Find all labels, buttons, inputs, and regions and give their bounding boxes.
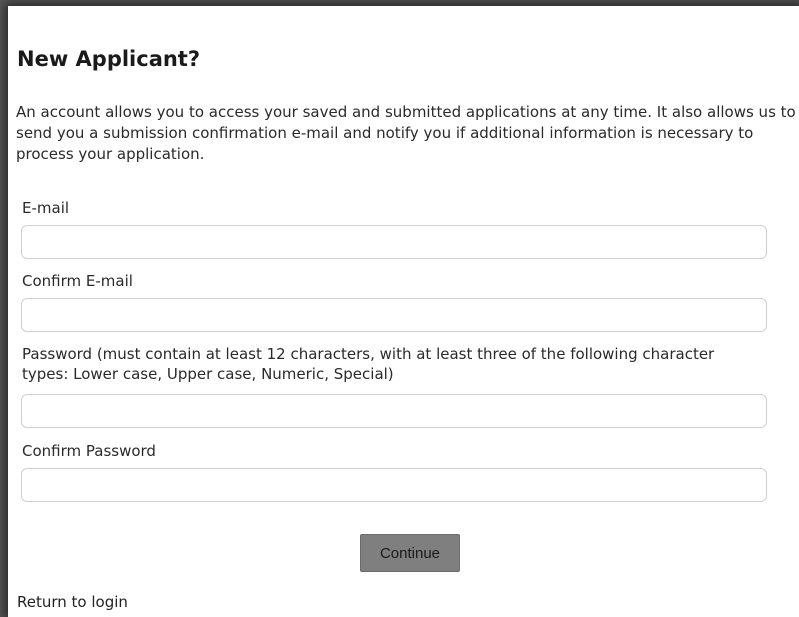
email-label: E-mail <box>22 199 70 217</box>
email-field[interactable] <box>21 225 767 259</box>
confirm-email-label: Confirm E-mail <box>22 272 133 290</box>
new-applicant-panel: New Applicant? An account allows you to … <box>8 6 799 617</box>
confirm-email-field[interactable] <box>21 298 767 332</box>
page-frame: New Applicant? An account allows you to … <box>0 0 799 617</box>
intro-text: An account allows you to access your sav… <box>16 103 796 163</box>
confirm-password-field[interactable] <box>21 468 767 502</box>
password-label: Password (must contain at least 12 chara… <box>22 345 715 383</box>
return-to-login-link[interactable]: Return to login <box>17 592 128 612</box>
continue-button[interactable]: Continue <box>360 534 460 572</box>
confirm-password-label: Confirm Password <box>22 442 156 460</box>
password-field[interactable] <box>21 394 767 428</box>
page-title: New Applicant? <box>17 47 201 71</box>
